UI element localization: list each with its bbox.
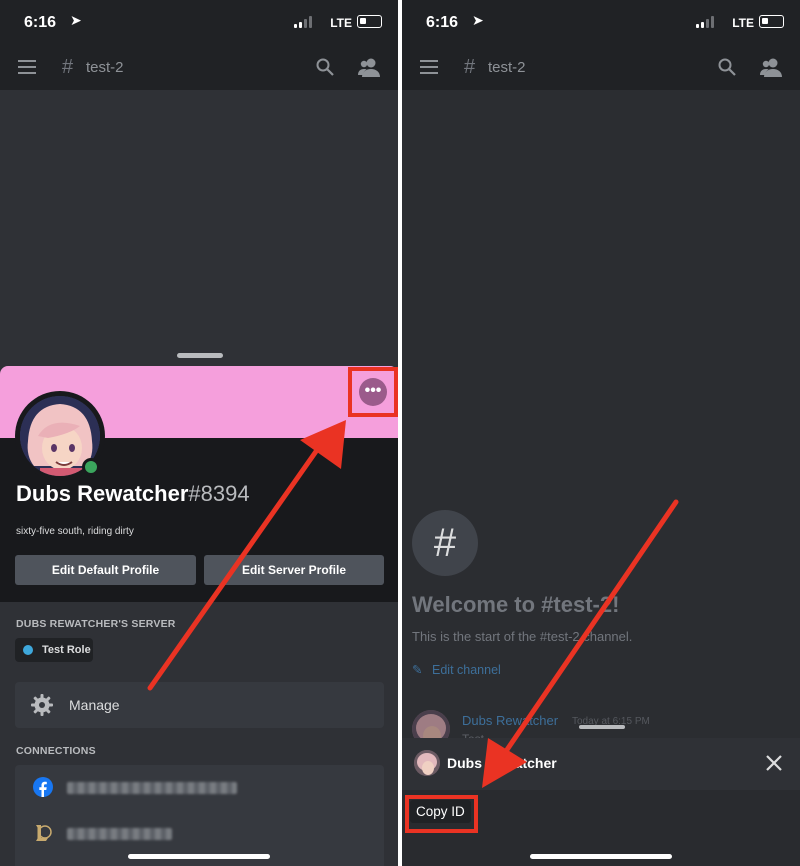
display-name: Dubs Rewatcher <box>16 481 189 506</box>
connection-league[interactable] <box>15 811 384 857</box>
hamburger-menu-icon[interactable] <box>420 60 438 74</box>
sheet-grabber[interactable] <box>177 353 223 358</box>
channel-header: # test-2 <box>0 46 398 90</box>
signal-icon <box>696 16 716 28</box>
location-arrow-icon: ➤ <box>70 12 82 28</box>
edit-default-profile-button[interactable]: Edit Default Profile <box>15 555 196 585</box>
left-screenshot: 6:16 ➤ LTE # test-2 ••• Dubs Rewatcher#8… <box>0 0 398 866</box>
status-time: 6:16 <box>24 14 57 31</box>
channel-welcome-icon: # <box>412 510 478 576</box>
location-arrow-icon: ➤ <box>472 12 484 28</box>
members-icon[interactable] <box>358 57 380 77</box>
manage-button[interactable]: Manage <box>15 682 384 728</box>
facebook-icon <box>33 777 53 797</box>
highlight-box-more <box>348 367 398 417</box>
role-color-dot <box>23 645 33 655</box>
message-author[interactable]: Dubs Rewatcher <box>462 713 558 728</box>
discriminator: #8394 <box>188 481 250 506</box>
redacted-account-name <box>67 782 237 794</box>
server-section-heading: DUBS REWATCHER'S SERVER <box>16 618 176 630</box>
edit-server-profile-button[interactable]: Edit Server Profile <box>204 555 384 585</box>
close-icon[interactable] <box>764 753 784 773</box>
channel-header: # test-2 <box>402 46 800 90</box>
role-label: Test Role <box>42 644 91 656</box>
highlight-box-copy-id <box>405 795 478 833</box>
channel-title[interactable]: test-2 <box>86 59 124 76</box>
sheet-avatar <box>414 750 440 776</box>
network-label: LTE <box>732 16 754 30</box>
right-screenshot: 6:16 ➤ LTE # test-2 # Welcome to #test-2… <box>402 0 800 866</box>
manage-label: Manage <box>69 697 120 713</box>
home-indicator <box>128 854 270 859</box>
search-icon[interactable] <box>718 58 736 76</box>
league-of-legends-icon <box>33 823 53 843</box>
connections-list <box>15 765 384 866</box>
channel-hash-icon: # <box>62 56 74 78</box>
connection-facebook[interactable] <box>15 765 384 811</box>
channel-hash-icon: # <box>464 56 476 78</box>
welcome-subtitle: This is the start of the #test-2 channel… <box>412 629 633 644</box>
edit-channel-link[interactable]: ✎ Edit channel <box>412 662 501 677</box>
profile-username: Dubs Rewatcher#8394 <box>16 481 250 507</box>
redacted-account-name <box>67 828 172 840</box>
battery-icon <box>357 15 382 28</box>
hamburger-menu-icon[interactable] <box>18 60 36 74</box>
network-label: LTE <box>330 16 352 30</box>
profile-bio: sixty-five south, riding dirty <box>16 526 134 537</box>
channel-title[interactable]: test-2 <box>488 59 526 76</box>
gear-icon <box>31 694 53 716</box>
home-indicator <box>530 854 672 859</box>
status-bar: 6:16 ➤ LTE <box>402 0 800 46</box>
role-pill[interactable]: Test Role <box>15 638 93 662</box>
signal-icon <box>294 16 314 28</box>
search-icon[interactable] <box>316 58 334 76</box>
pencil-icon: ✎ <box>412 663 423 677</box>
edit-channel-label: Edit channel <box>432 663 501 677</box>
status-bar: 6:16 ➤ LTE <box>0 0 398 46</box>
battery-icon <box>759 15 784 28</box>
sheet-user-name: Dubs Rewatcher <box>447 755 557 771</box>
sheet-grabber[interactable] <box>579 725 625 729</box>
welcome-title: Welcome to #test-2! <box>412 592 620 617</box>
status-time: 6:16 <box>426 14 459 31</box>
action-sheet-header: Dubs Rewatcher <box>402 738 800 790</box>
online-status-badge <box>82 458 100 476</box>
connections-heading: CONNECTIONS <box>16 745 96 757</box>
members-icon[interactable] <box>760 57 782 77</box>
